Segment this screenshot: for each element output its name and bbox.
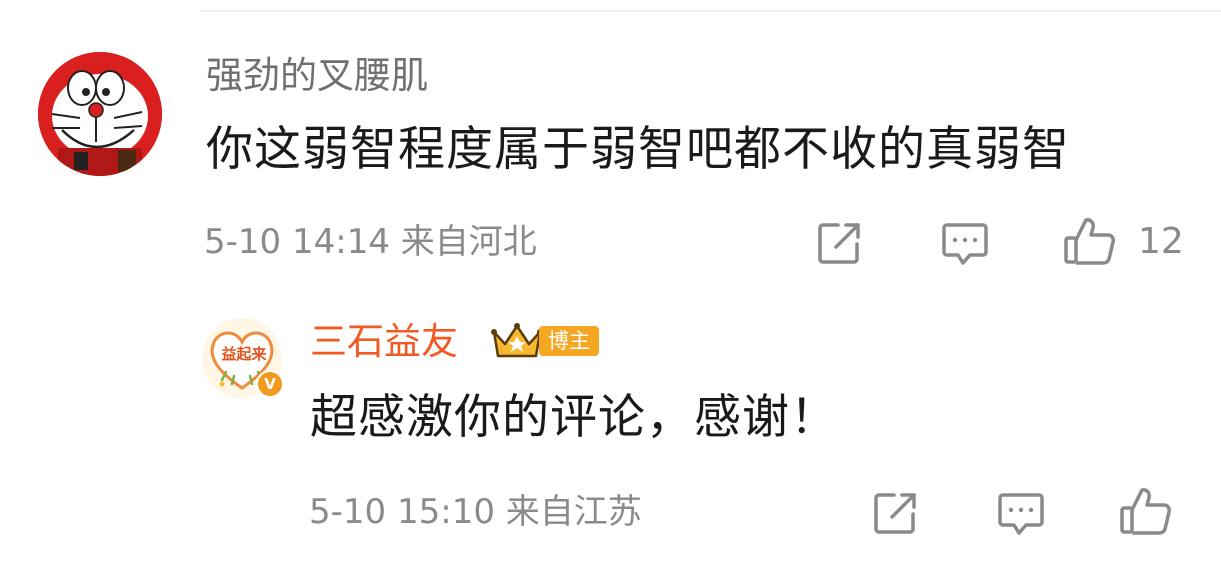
crown-icon (491, 323, 543, 358)
like-count: 12 (1138, 221, 1184, 262)
share-icon[interactable] (818, 222, 862, 264)
blogger-badge: 博主 (539, 326, 599, 356)
reply-text: 超感激你的评论，感谢！ (310, 390, 838, 445)
doraemon-avatar-icon (38, 52, 162, 176)
blogger-username[interactable]: 三石益友 (310, 318, 458, 366)
commenter-avatar[interactable] (38, 52, 162, 176)
thumbs-up-icon[interactable] (1064, 216, 1116, 266)
reply-comment-icon[interactable] (998, 492, 1044, 536)
commenter-username[interactable]: 强劲的叉腰肌 (206, 52, 428, 100)
comment-location: 来自河北 (400, 222, 537, 262)
reply-location: 来自江苏 (505, 492, 642, 532)
reply-time: 5-10 15:10 (309, 492, 495, 532)
reply-meta: 5-10 15:10 来自江苏 (309, 490, 642, 534)
comment-time: 5-10 14:14 (204, 222, 390, 262)
top-divider (200, 10, 1221, 12)
comment-meta: 5-10 14:14 来自河北 (204, 220, 537, 264)
comment-text: 你这弱智程度属于弱智吧都不收的真弱智 (206, 122, 1070, 177)
comment-icon[interactable] (942, 222, 988, 266)
blogger-avatar-text: 益起来 (221, 345, 267, 363)
bottom-fade (0, 545, 1221, 577)
reply-thumbs-up-icon[interactable] (1120, 486, 1172, 536)
reply-share-icon[interactable] (874, 492, 918, 534)
verified-badge: V (256, 370, 284, 398)
